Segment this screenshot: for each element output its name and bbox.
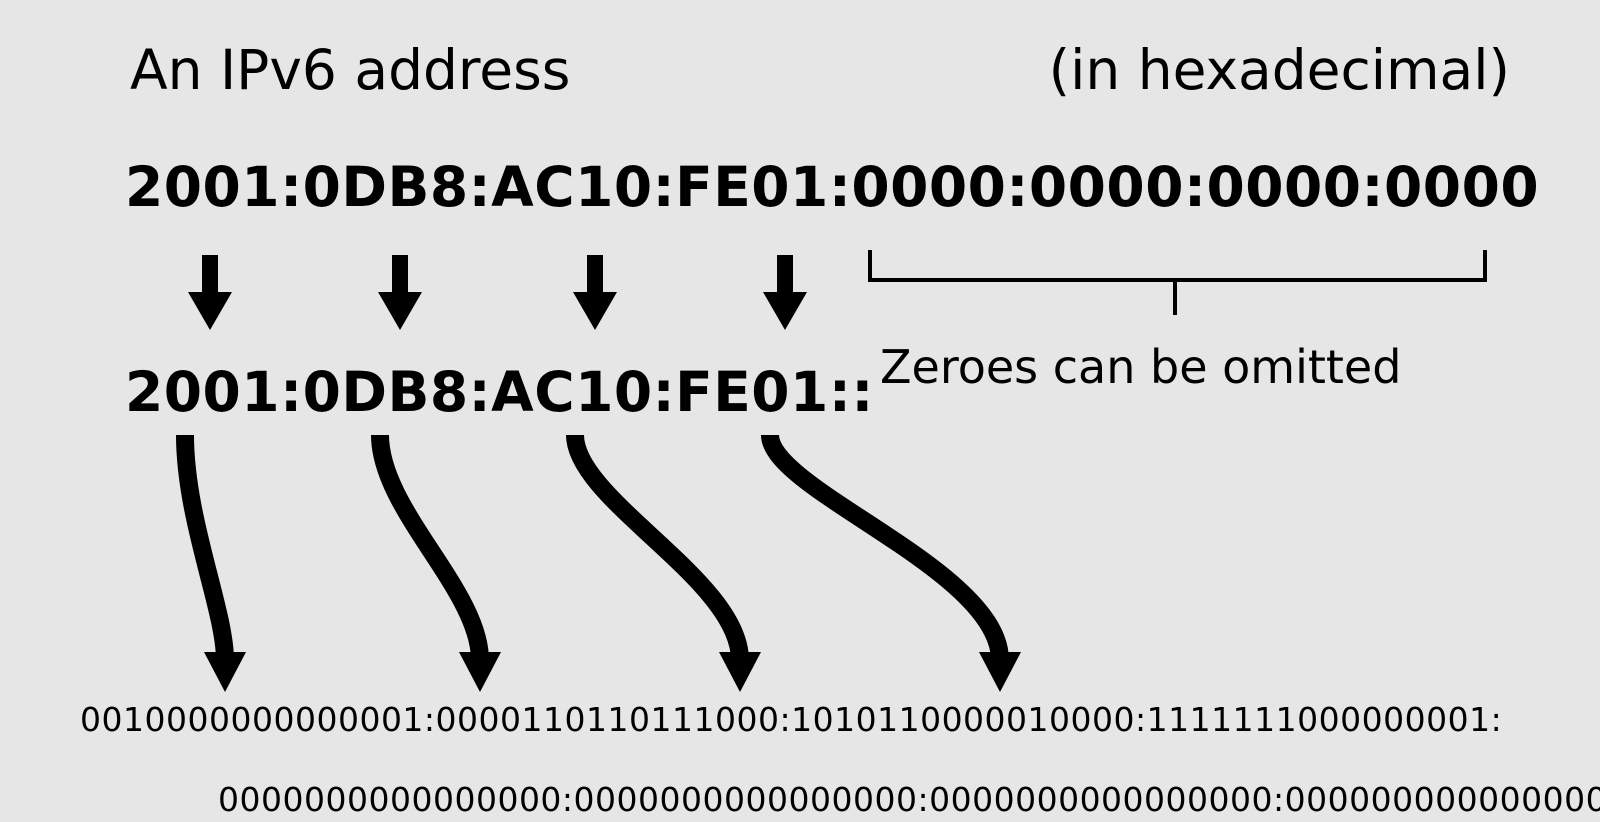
bracket-icon [870, 250, 1485, 315]
ipv6-binary-line2: 0000000000000000:0000000000000000:000000… [218, 780, 1600, 819]
ipv6-hex-full: 2001:0DB8:AC10:FE01:0000:0000:0000:0000 [125, 155, 1539, 219]
down-arrow-icon [188, 255, 232, 330]
zeroes-omitted-label: Zeroes can be omitted [880, 340, 1401, 394]
curve-arrow-icon [380, 435, 480, 660]
down-arrow-icon [573, 255, 617, 330]
down-arrow-icon [763, 255, 807, 330]
curve-arrow-icon [185, 435, 225, 660]
title-right: (in hexadecimal) [1049, 38, 1510, 102]
ipv6-binary-line1: 0010000000000001:0000110110111000:101011… [80, 700, 1502, 739]
curve-arrow-icon [575, 435, 740, 660]
ipv6-hex-short: 2001:0DB8:AC10:FE01:: [125, 360, 874, 424]
title-left: An IPv6 address [130, 38, 570, 102]
down-arrow-icon [378, 255, 422, 330]
curve-arrow-icon [770, 435, 1000, 660]
